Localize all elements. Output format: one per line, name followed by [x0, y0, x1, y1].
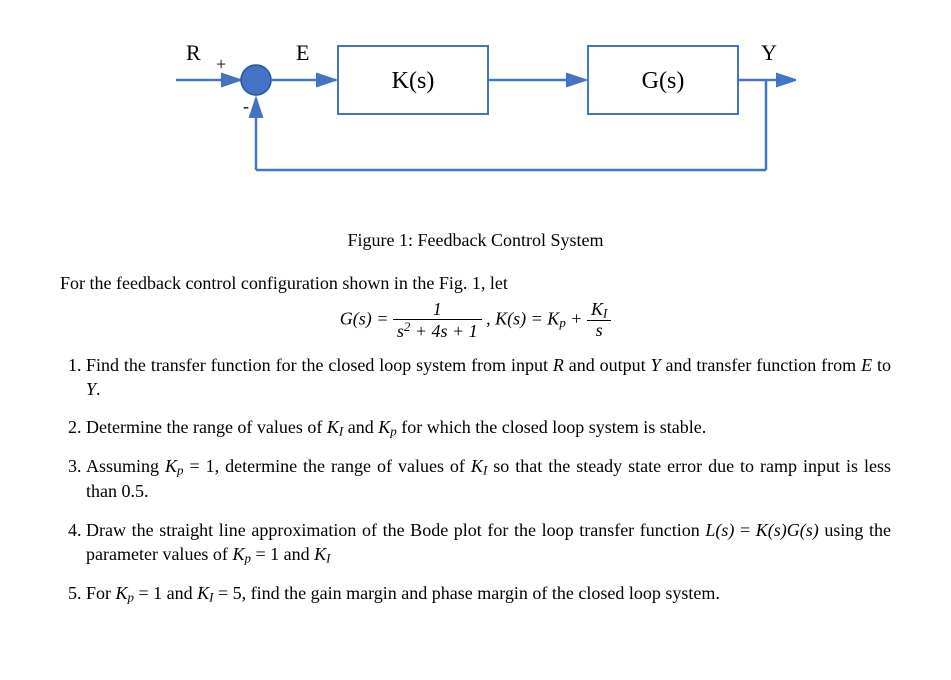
question-1: Find the transfer function for the close…: [86, 353, 891, 402]
q4-Kp-K: K: [232, 544, 244, 564]
eq-K-plus: +: [570, 308, 587, 328]
q4-KI-I: I: [326, 551, 330, 566]
question-4: Draw the straight line approximation of …: [86, 518, 891, 567]
question-2: Determine the range of values of KI and …: [86, 415, 891, 440]
figure-caption: Figure 1: Feedback Control System: [60, 230, 891, 251]
q3-text-b: = 1, determine the range of values of: [184, 456, 471, 476]
q4-KsGs: K(s)G(s): [756, 520, 819, 540]
eq-KI-sub: I: [603, 306, 607, 321]
q2-text-b: and: [343, 417, 378, 437]
block-diagram: R + - E K(s) G(s) Y: [60, 30, 891, 210]
block-G-label: G(s): [641, 68, 684, 94]
minus-sign: -: [243, 96, 249, 116]
eq-G-lhs: G(s) =: [340, 308, 393, 328]
q3-KI-K: K: [471, 456, 483, 476]
q4-eq: =: [734, 520, 755, 540]
eq-KI-den: s: [587, 321, 611, 340]
q5-text-c: = 5, find the gain margin and phase marg…: [214, 583, 720, 603]
signal-E: E: [296, 40, 309, 65]
q1-E: E: [861, 355, 872, 375]
q3-text-a: Assuming: [86, 456, 165, 476]
q4-text-a: Draw the straight line approximation of …: [86, 520, 705, 540]
eq-K-lhs: K(s) = K: [495, 308, 559, 328]
q4-Ls: L(s): [705, 520, 734, 540]
q4-KI-K: K: [314, 544, 326, 564]
q5-text-b: = 1 and: [134, 583, 197, 603]
q4-text-c: = 1 and: [251, 544, 314, 564]
intro-text: For the feedback control configuration s…: [60, 273, 891, 294]
question-5: For Kp = 1 and KI = 5, find the gain mar…: [86, 581, 891, 606]
question-list: Find the transfer function for the close…: [60, 353, 891, 606]
eq-G-den-s: s: [397, 321, 404, 341]
q1-text-e: .: [96, 379, 101, 399]
question-3: Assuming Kp = 1, determine the range of …: [86, 454, 891, 503]
q1-text-a: Find the transfer function for the close…: [86, 355, 553, 375]
q1-text-d: to: [872, 355, 891, 375]
q1-R: R: [553, 355, 564, 375]
feedback-diagram-svg: R + - E K(s) G(s) Y: [156, 30, 796, 210]
signal-Y: Y: [761, 40, 777, 65]
eq-G-num: 1: [393, 300, 482, 320]
eq-KI-K: K: [591, 299, 603, 319]
block-K-label: K(s): [391, 68, 434, 94]
q3-Kp-K: K: [165, 456, 177, 476]
q1-Y2: Y: [86, 379, 96, 399]
q2-Kp-K: K: [378, 417, 390, 437]
q5-text-a: For: [86, 583, 116, 603]
q2-text-c: for which the closed loop system is stab…: [397, 417, 706, 437]
eq-Kp-sub: p: [559, 315, 565, 330]
q1-text-c: and transfer function from: [661, 355, 861, 375]
q5-Kp-K: K: [116, 583, 128, 603]
eq-sep: ,: [486, 308, 495, 328]
equation-definitions: G(s) = 1 s2 + 4s + 1 , K(s) = Kp + KI s: [60, 300, 891, 341]
q2-text-a: Determine the range of values of: [86, 417, 327, 437]
q1-Y: Y: [651, 355, 661, 375]
q2-KI-K: K: [327, 417, 339, 437]
q5-KI-K: K: [197, 583, 209, 603]
plus-sign: +: [216, 54, 226, 74]
summing-junction: [241, 65, 271, 95]
eq-G-den-rest: + 4s + 1: [410, 321, 477, 341]
signal-R: R: [186, 40, 201, 65]
q1-text-b: and output: [564, 355, 651, 375]
